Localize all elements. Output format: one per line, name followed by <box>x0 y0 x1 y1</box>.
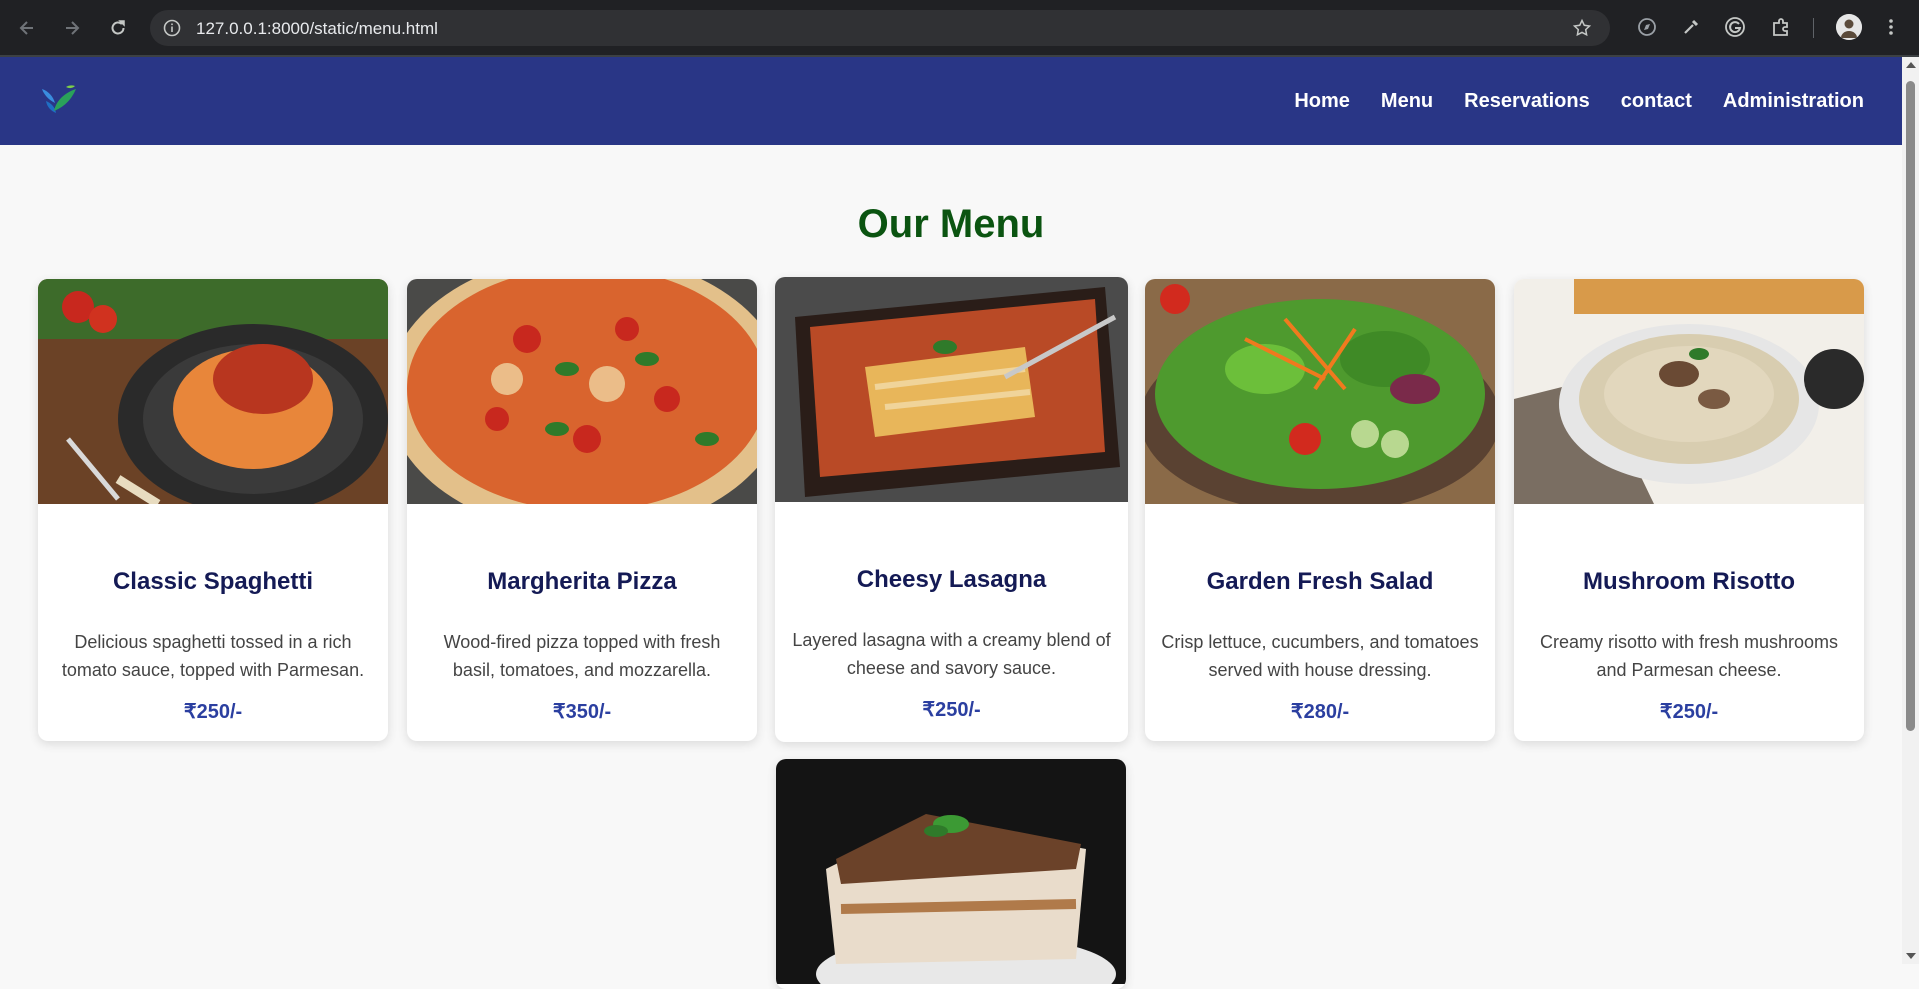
bird-logo-icon[interactable] <box>36 79 82 123</box>
page-title: Our Menu <box>857 202 1045 246</box>
back-arrow-icon[interactable] <box>13 14 41 42</box>
grammarly-extension-icon[interactable] <box>1722 14 1748 40</box>
scroll-up-icon[interactable] <box>1906 62 1916 68</box>
menu-item-description: Creamy risotto with fresh mushrooms and … <box>1539 632 1839 680</box>
menu-item-price: ₹250/- <box>1659 701 1719 723</box>
salad-photo <box>1145 279 1495 504</box>
menu-item-name: Garden Fresh Salad <box>1206 568 1434 595</box>
menu-card-pizza[interactable]: Margherita Pizza Wood-fired pizza topped… <box>407 279 757 741</box>
menu-item-price: ₹280/- <box>1290 701 1350 723</box>
tiramisu-photo <box>776 759 1126 984</box>
lasagna-photo <box>775 277 1128 502</box>
menu-card-spaghetti[interactable]: Classic Spaghetti Delicious spaghetti to… <box>38 279 388 741</box>
menu-card-tiramisu[interactable] <box>776 759 1126 989</box>
compass-extension-icon[interactable] <box>1634 14 1660 40</box>
menu-item-name: Classic Spaghetti <box>112 568 314 595</box>
menu-item-description: Crisp lettuce, cucumbers, and tomatoes s… <box>1161 632 1479 680</box>
nav-administration[interactable]: Administration <box>1723 90 1864 113</box>
site-header: Home Menu Reservations contact Administr… <box>0 57 1902 145</box>
menu-item-name: Mushroom Risotto <box>1583 568 1795 595</box>
menu-item-price: ₹250/- <box>183 701 243 723</box>
menu-item-description: Delicious spaghetti tossed in a rich tom… <box>61 632 365 680</box>
site-info-icon[interactable] <box>162 18 182 38</box>
nav-reservations[interactable]: Reservations <box>1464 90 1590 113</box>
page-scrollbar[interactable] <box>1902 57 1919 964</box>
extensions-puzzle-icon[interactable] <box>1768 14 1794 40</box>
pizza-photo <box>407 279 757 504</box>
menu-item-name: Margherita Pizza <box>487 568 677 595</box>
address-bar[interactable]: 127.0.0.1:8000/static/menu.html <box>150 10 1610 46</box>
nav-menu[interactable]: Menu <box>1381 90 1433 113</box>
menu-card-lasagna[interactable]: Cheesy Lasagna Layered lasagna with a cr… <box>775 277 1128 742</box>
menu-item-description: Wood-fired pizza topped with fresh basil… <box>443 632 721 680</box>
profile-avatar[interactable] <box>1836 14 1862 40</box>
kebab-menu-icon[interactable] <box>1878 14 1904 40</box>
menu-item-price: ₹250/- <box>922 699 981 721</box>
risotto-photo <box>1514 279 1864 504</box>
forward-arrow-icon[interactable] <box>58 14 86 42</box>
bookmark-star-icon[interactable] <box>1572 18 1592 38</box>
menu-card-risotto[interactable]: Mushroom Risotto Creamy risotto with fre… <box>1514 279 1864 741</box>
browser-toolbar: 127.0.0.1:8000/static/menu.html <box>0 0 1919 57</box>
nav-home[interactable]: Home <box>1294 90 1350 113</box>
eyedropper-extension-icon[interactable] <box>1678 14 1704 40</box>
url-text[interactable]: 127.0.0.1:8000/static/menu.html <box>196 19 438 39</box>
menu-item-name: Cheesy Lasagna <box>856 566 1047 593</box>
reload-icon[interactable] <box>104 14 132 42</box>
scroll-down-icon[interactable] <box>1906 953 1916 959</box>
spaghetti-photo <box>38 279 388 504</box>
menu-item-description: Layered lasagna with a creamy blend of c… <box>792 630 1111 678</box>
menu-card-salad[interactable]: Garden Fresh Salad Crisp lettuce, cucumb… <box>1145 279 1495 741</box>
nav-contact[interactable]: contact <box>1621 90 1692 113</box>
main-nav: Home Menu Reservations contact Administr… <box>1294 57 1864 145</box>
toolbar-divider <box>1813 18 1814 38</box>
scrollbar-thumb[interactable] <box>1906 81 1915 731</box>
menu-item-price: ₹350/- <box>552 701 612 723</box>
